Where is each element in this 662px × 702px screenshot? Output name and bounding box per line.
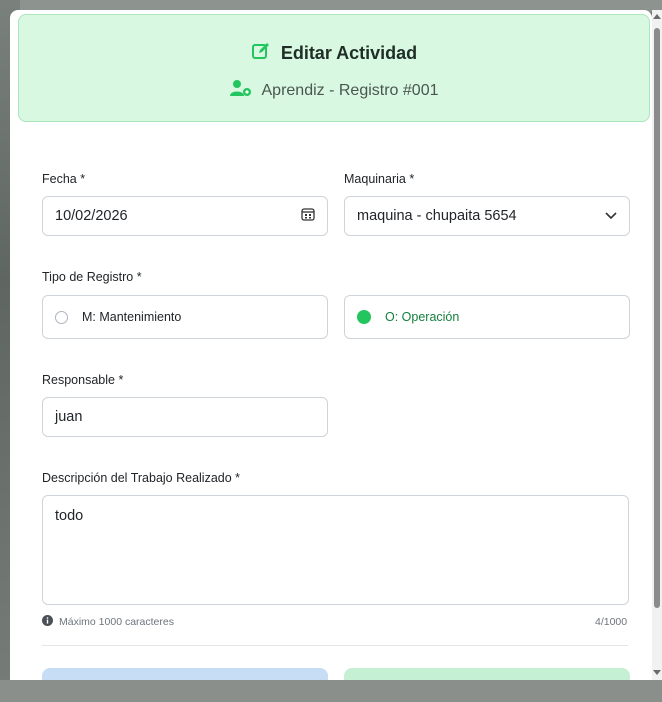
maquinaria-select[interactable]: maquina - chupaita 5654 bbox=[344, 196, 630, 236]
save-button[interactable] bbox=[344, 668, 630, 680]
modal-title: Editar Actividad bbox=[280, 43, 418, 63]
chevron-down-icon bbox=[605, 208, 617, 224]
divider bbox=[42, 645, 628, 646]
edit-icon bbox=[251, 41, 271, 66]
subtitle-row: Aprendiz - Registro #001 bbox=[19, 79, 649, 102]
info-icon bbox=[42, 615, 53, 629]
radio-operacion[interactable]: O: Operación bbox=[344, 295, 630, 339]
descripcion-hint: Máximo 1000 caracteres bbox=[42, 615, 174, 629]
tipo-registro-label: Tipo de Registro * bbox=[42, 270, 142, 284]
responsable-value: juan bbox=[55, 409, 83, 425]
modal-subtitle: Aprendiz - Registro #001 bbox=[261, 81, 439, 99]
user-gear-icon bbox=[229, 79, 252, 102]
fecha-label: Fecha * bbox=[42, 172, 86, 186]
responsable-input[interactable]: juan bbox=[42, 397, 328, 437]
responsable-label: Responsable * bbox=[42, 373, 124, 387]
radio-mantenimiento-label: M: Mantenimiento bbox=[82, 310, 182, 324]
backdrop-bottom bbox=[0, 680, 662, 702]
radio-mantenimiento[interactable]: M: Mantenimiento bbox=[42, 295, 328, 339]
scroll-thumb[interactable] bbox=[654, 28, 660, 608]
edit-activity-modal: Editar Actividad Aprendiz - Registro #00… bbox=[10, 10, 652, 680]
maquinaria-value: maquina - chupaita 5654 bbox=[357, 208, 517, 224]
cancel-button[interactable] bbox=[42, 668, 328, 680]
fecha-input[interactable]: 10/02/2026 bbox=[42, 196, 328, 236]
radio-circle-unchecked[interactable] bbox=[55, 310, 68, 324]
scroll-up-icon[interactable] bbox=[653, 14, 661, 19]
scroll-down-icon[interactable] bbox=[653, 670, 661, 675]
fecha-value: 10/02/2026 bbox=[55, 208, 128, 224]
hint-text: Máximo 1000 caracteres bbox=[59, 616, 174, 628]
descripcion-label: Descripción del Trabajo Realizado * bbox=[42, 471, 241, 485]
scrollbar[interactable] bbox=[652, 10, 662, 680]
descripcion-value: todo bbox=[55, 508, 84, 524]
char-counter: 4/1000 bbox=[595, 616, 628, 628]
radio-operacion-label: O: Operación bbox=[385, 310, 460, 324]
calendar-icon[interactable] bbox=[301, 207, 315, 225]
maquinaria-label: Maquinaria * bbox=[344, 172, 415, 186]
modal-header: Editar Actividad Aprendiz - Registro #00… bbox=[18, 14, 650, 122]
descripcion-textarea[interactable]: todo bbox=[42, 495, 629, 605]
radio-circle-checked[interactable] bbox=[357, 310, 371, 324]
title-row: Editar Actividad bbox=[19, 41, 649, 66]
